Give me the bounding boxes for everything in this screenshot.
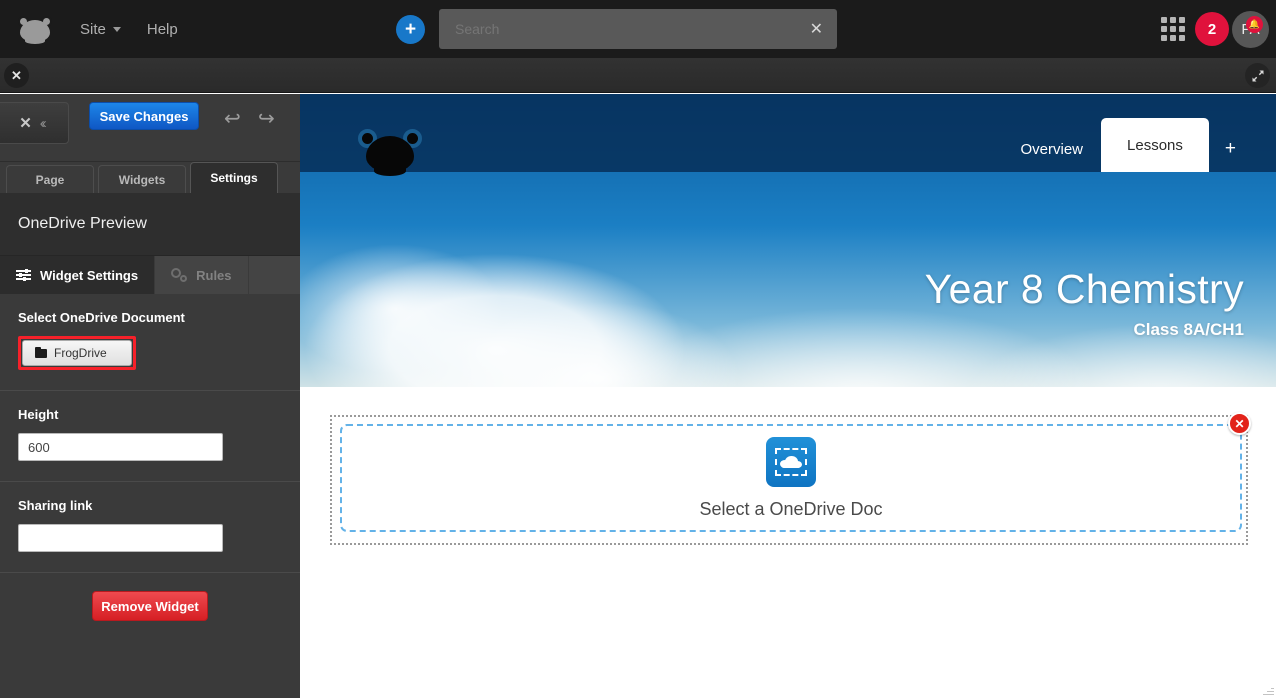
select-document-field-group: Select OneDrive Document FrogDrive xyxy=(0,294,300,391)
undo-arrow-icon[interactable]: ↩ xyxy=(224,106,241,131)
page-title: Year 8 Chemistry xyxy=(924,266,1244,312)
editor-left-panel: ✕ ‹‹ Save Changes ↩ ↪ Page Widgets Setti… xyxy=(0,94,300,698)
remove-widget-row: Remove Widget xyxy=(0,573,300,639)
editor-top-bar: ✕ xyxy=(0,58,1276,93)
tab-widget-settings[interactable]: Widget Settings xyxy=(0,256,156,294)
close-editor-button[interactable]: ✕ xyxy=(4,63,29,88)
widget-panel-title: OneDrive Preview xyxy=(0,193,300,256)
save-changes-button[interactable]: Save Changes xyxy=(89,102,199,130)
editor-tab-strip: Page Widgets Settings xyxy=(0,162,300,193)
redo-arrow-icon[interactable]: ↪ xyxy=(258,106,275,131)
bell-icon: 🔔 xyxy=(1246,16,1263,33)
nav-item-help[interactable]: Help xyxy=(147,21,178,38)
widget-drop-zone[interactable]: Select a OneDrive Doc ✕ xyxy=(330,412,1251,545)
remove-widget-button[interactable]: Remove Widget xyxy=(92,591,208,621)
frogdrive-button[interactable]: FrogDrive xyxy=(22,340,132,366)
collapse-panel-button[interactable]: ✕ ‹‹ xyxy=(0,102,69,144)
avatar[interactable]: FA 🔔 xyxy=(1232,11,1269,48)
hero-tab-overview[interactable]: Overview xyxy=(1003,126,1102,172)
sliders-icon xyxy=(16,269,31,281)
nav-item-site-label: Site xyxy=(80,20,106,38)
notification-count-badge[interactable]: 2 xyxy=(1195,12,1229,46)
tab-widgets[interactable]: Widgets xyxy=(98,165,186,193)
search-input[interactable] xyxy=(455,21,810,37)
height-label: Height xyxy=(18,407,59,422)
nav-item-site[interactable]: Site xyxy=(80,21,121,38)
add-button[interactable]: + xyxy=(396,15,425,44)
tab-rules-label: Rules xyxy=(196,267,232,283)
select-document-label: Select OneDrive Document xyxy=(18,310,185,325)
tab-settings[interactable]: Settings xyxy=(190,162,278,193)
sharing-link-field-group: Sharing link xyxy=(0,482,300,573)
chevron-left-icon: ‹‹ xyxy=(39,114,47,132)
frogdrive-highlight: FrogDrive xyxy=(18,336,136,370)
gears-icon xyxy=(171,268,188,282)
widget-sub-tab-strip: Widget Settings Rules xyxy=(0,256,300,294)
page-preview: Overview Lessons + Year 8 Chemistry Clas… xyxy=(300,94,1276,698)
resize-grip[interactable] xyxy=(1262,684,1274,696)
widget-close-button[interactable]: ✕ xyxy=(1228,412,1251,435)
hero-tab-add[interactable]: + xyxy=(1209,126,1252,172)
tab-rules[interactable]: Rules xyxy=(155,256,249,294)
onedrive-widget[interactable]: Select a OneDrive Doc ✕ xyxy=(340,412,1251,532)
chevron-down-icon xyxy=(112,26,121,32)
sharing-link-label: Sharing link xyxy=(18,498,93,513)
sharing-link-input[interactable] xyxy=(18,524,223,552)
search-bar[interactable]: ✕ xyxy=(439,9,837,49)
global-top-bar: Site Help + ✕ 2 FA 🔔 xyxy=(0,0,1276,58)
hero-tab-strip: Overview Lessons + xyxy=(1003,110,1253,172)
grid-apps-icon[interactable] xyxy=(1161,17,1185,41)
hero-banner: Overview Lessons + Year 8 Chemistry Clas… xyxy=(300,94,1276,387)
height-field-group: Height xyxy=(0,391,300,482)
tab-page[interactable]: Page xyxy=(6,165,94,193)
onedrive-cloud-icon[interactable] xyxy=(766,436,816,487)
editor-toolbar: ✕ ‹‹ Save Changes ↩ ↪ xyxy=(0,94,300,162)
nav-item-help-label: Help xyxy=(146,20,178,38)
frogdrive-button-label: FrogDrive xyxy=(54,346,107,360)
search-clear-icon[interactable]: ✕ xyxy=(810,19,823,39)
onedrive-widget-label: Select a OneDrive Doc xyxy=(699,498,883,519)
frog-head-icon xyxy=(358,126,422,178)
folder-icon xyxy=(35,346,47,358)
expand-arrows-icon[interactable] xyxy=(1245,63,1270,88)
height-input[interactable] xyxy=(18,433,223,461)
frog-logo-icon[interactable] xyxy=(16,14,54,44)
tab-widget-settings-label: Widget Settings xyxy=(40,267,139,283)
collapse-close-icon: ✕ xyxy=(19,115,32,132)
hero-tab-lessons[interactable]: Lessons xyxy=(1101,118,1209,172)
page-subtitle: Class 8A/CH1 xyxy=(1133,320,1244,339)
